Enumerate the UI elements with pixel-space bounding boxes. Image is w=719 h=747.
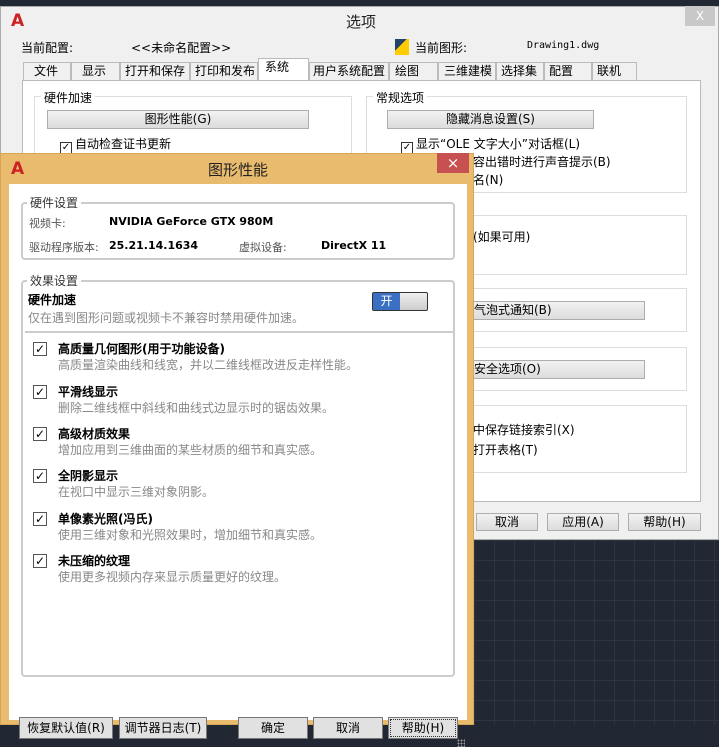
driver-version-label: 驱动程序版本: (29, 241, 99, 254)
checkbox-checked-icon[interactable]: ✓ (33, 554, 47, 568)
options-cancel-button[interactable]: 取消 (476, 513, 538, 531)
driver-version-value: 25.21.14.1634 (109, 239, 199, 252)
options-help-button[interactable]: 帮助(H) (628, 513, 701, 531)
options-apply-button[interactable]: 应用(A) (547, 513, 619, 531)
item-title: 未压缩的纹理 (58, 554, 131, 568)
close-button[interactable]: × (437, 153, 469, 173)
tab-system[interactable]: 系统 (258, 58, 309, 81)
graphics-performance-dialog: A 图形性能 × 硬件设置 视频卡: NVIDIA GeForce GTX 98… (0, 153, 474, 747)
video-card-value: NVIDIA GeForce GTX 980M (109, 215, 274, 228)
auto-check-cert-checkbox[interactable]: ✓ 自动检查证书更新 (60, 135, 171, 154)
effect-settings-title: 效果设置 (27, 272, 82, 289)
item-description: 增加应用到三维曲面的某些材质的细节和真实感。 (58, 443, 323, 457)
video-card-label: 视频卡: (29, 217, 66, 230)
options-title: 选项 (346, 13, 377, 31)
open-table-label[interactable]: 打开表格(T) (473, 441, 538, 458)
autocad-logo-icon: A (11, 159, 25, 179)
checkbox-checked-icon[interactable]: ✓ (33, 385, 47, 399)
restore-defaults-button[interactable]: 恢复默认值(R) (19, 717, 113, 739)
security-options-button[interactable]: 安全选项(O) (467, 360, 645, 379)
cancel-button[interactable]: 取消 (313, 717, 383, 739)
current-profile-label: 当前配置: (21, 41, 74, 55)
hw-accel-heading: 硬件加速 (28, 293, 77, 307)
drawing-canvas[interactable] (474, 540, 719, 725)
tab-drafting[interactable]: 绘图 (389, 62, 438, 80)
current-drawing-label: 当前图形: (415, 41, 468, 55)
tab-open-save[interactable]: 打开和保存 (120, 62, 190, 80)
tab-display[interactable]: 显示 (71, 62, 120, 80)
graphics-performance-button[interactable]: 图形性能(G) (47, 110, 309, 129)
tab-3d-modeling[interactable]: 三维建模 (438, 62, 496, 80)
item-description: 删除二维线框中斜线和曲线式边显示时的锯齿效果。 (58, 401, 335, 415)
tab-profiles[interactable]: 配置 (544, 62, 592, 80)
item-description: 使用三维对象和光照效果时，增加细节和真实感。 (58, 528, 323, 542)
general-options-title: 常规选项 (373, 89, 428, 106)
hw-accel-description: 仅在遇到图形问题或视频卡不兼容时禁用硬件加速。 (28, 311, 305, 325)
name-option-label[interactable]: 名(N) (473, 171, 503, 188)
item-description: 在视口中显示三维对象阴影。 (58, 485, 215, 499)
tuner-log-button[interactable]: 调节器日志(T) (119, 717, 207, 739)
tab-plot-publish[interactable]: 打印和发布 (190, 62, 258, 80)
save-link-index-label[interactable]: 中保存链接索引(X) (473, 421, 575, 438)
hardware-settings-group: 硬件设置 视频卡: NVIDIA GeForce GTX 980M 驱动程序版本… (21, 194, 455, 260)
effect-settings-group: 效果设置 硬件加速 仅在遇到图形问题或视频卡不兼容时禁用硬件加速。 开 ✓ 高质量… (21, 272, 455, 677)
item-title: 单像素光照(冯氏) (58, 512, 153, 526)
divider (25, 331, 453, 333)
checkbox-checked-icon[interactable]: ✓ (33, 469, 47, 483)
graphics-dialog-title: 图形性能 (208, 161, 269, 179)
current-drawing: Drawing1.dwg (527, 40, 600, 51)
hw-accel-toggle[interactable]: 开 (372, 292, 428, 311)
hw-accel-group-title: 硬件加速 (41, 89, 96, 106)
bubble-notification-button[interactable]: 气泡式通知(B) (467, 301, 645, 320)
tab-selection[interactable]: 选择集 (496, 62, 544, 80)
checkbox-checked-icon[interactable]: ✓ (33, 427, 47, 441)
item-title: 全阴影显示 (58, 469, 119, 483)
tab-user-preferences[interactable]: 用户系统配置 (309, 62, 389, 80)
tab-files[interactable]: 文件 (23, 62, 71, 80)
checkbox-checked-icon[interactable]: ✓ (33, 342, 47, 356)
item-title: 高质量几何图形(用于功能设备) (58, 342, 225, 356)
show-ole-label: 显示“OLE 文字大小”对话框(L) (416, 137, 581, 151)
resize-grip-icon[interactable] (457, 739, 465, 747)
show-ole-checkbox[interactable]: ✓ 显示“OLE 文字大小”对话框(L) (401, 135, 580, 154)
checkbox-checked-icon[interactable]: ✓ (33, 512, 47, 526)
hidden-message-settings-button[interactable]: 隐藏消息设置(S) (387, 110, 594, 129)
auto-check-cert-label: 自动检查证书更新 (75, 137, 172, 151)
virtual-device-label: 虚拟设备: (239, 241, 287, 254)
tab-online[interactable]: 联机 (592, 62, 637, 80)
if-available-label[interactable]: (如果可用) (473, 228, 530, 245)
autocad-logo-icon: A (11, 11, 25, 31)
item-description: 使用更多视频内存来显示质量更好的纹理。 (58, 570, 287, 584)
close-button[interactable]: X (685, 6, 715, 26)
item-description: 高质量渲染曲线和线宽，并以二维线框改进反走样性能。 (58, 358, 359, 372)
help-button[interactable]: 帮助(H) (388, 717, 458, 739)
beep-option-label[interactable]: 容出错时进行声音提示(B) (473, 153, 611, 170)
virtual-device-value: DirectX 11 (321, 239, 387, 252)
ok-button[interactable]: 确定 (238, 717, 308, 739)
drawing-icon (395, 39, 409, 55)
hardware-settings-title: 硬件设置 (27, 194, 82, 211)
toggle-on-label: 开 (373, 293, 400, 310)
item-title: 平滑线显示 (58, 385, 119, 399)
current-profile: <<未命名配置>> (131, 41, 232, 55)
item-title: 高级材质效果 (58, 427, 131, 441)
